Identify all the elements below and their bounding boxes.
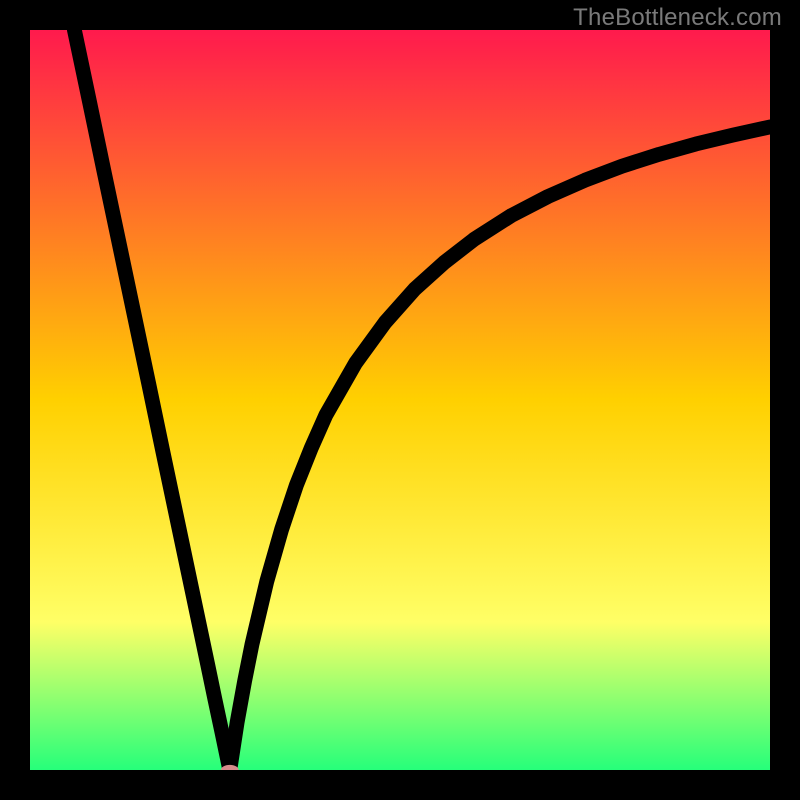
chart-frame: TheBottleneck.com — [0, 0, 800, 800]
gradient-background — [30, 30, 770, 770]
watermark-text: TheBottleneck.com — [573, 4, 782, 32]
plot-area — [30, 30, 770, 770]
plot-svg — [30, 30, 770, 770]
